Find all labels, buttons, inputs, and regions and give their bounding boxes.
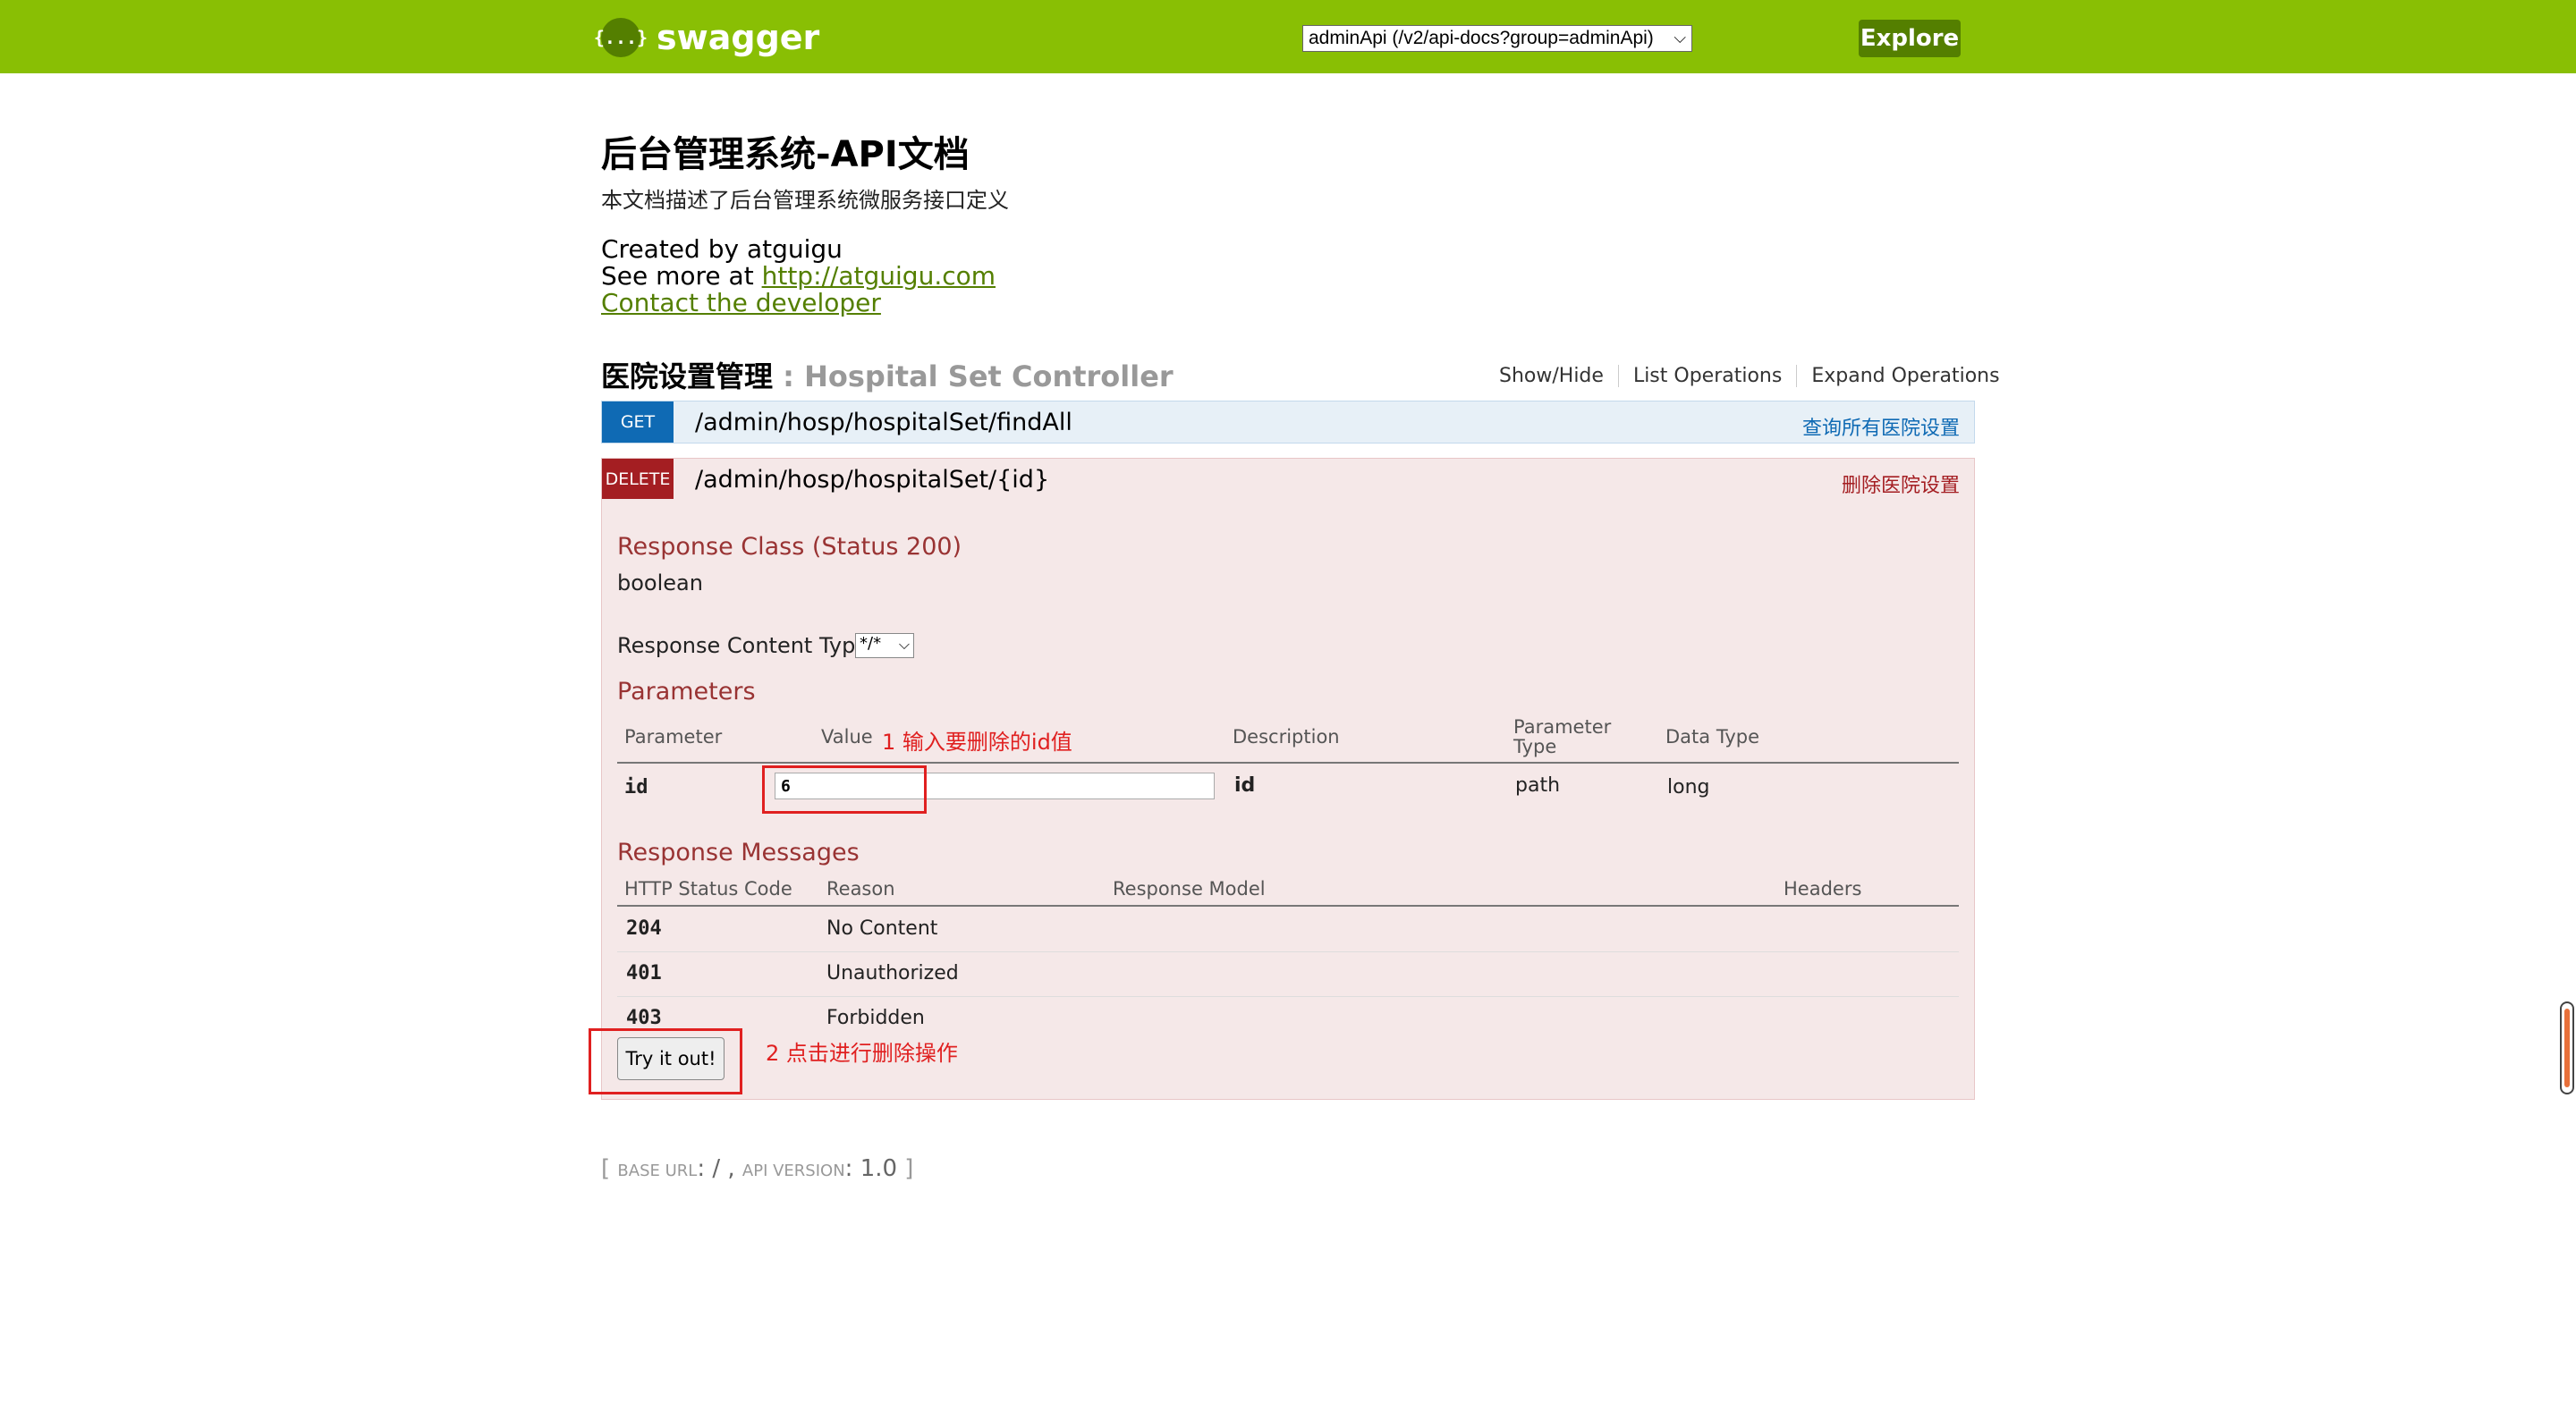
operation-path[interactable]: /admin/hosp/hospitalSet/findAll — [695, 409, 1072, 436]
page-title: 后台管理系统-API文档 — [601, 134, 970, 175]
contact-developer-link[interactable]: Contact the developer — [601, 288, 881, 317]
api-footer: [ base url: / , api version: 1.0 ] — [601, 1155, 914, 1182]
table-divider — [617, 905, 1959, 907]
table-row-code: 401 — [626, 962, 662, 984]
expand-operations-link[interactable]: Expand Operations — [1796, 365, 2013, 387]
see-more: See more at http://atguigu.com — [601, 261, 996, 291]
page-description: 本文档描述了后台管理系统微服务接口定义 — [601, 188, 1009, 213]
parameters-title: Parameters — [617, 678, 756, 706]
resource-title[interactable]: 医院设置管理 : Hospital Set Controller — [601, 354, 1174, 395]
resource-name-en: Hospital Set Controller — [804, 359, 1174, 393]
param-name: id — [624, 776, 648, 798]
annotation-text-2: 2 点击进行删除操作 — [766, 1041, 958, 1066]
annotation-text-1: 1 输入要删除的id值 — [882, 730, 1072, 755]
resp-header-model: Response Model — [1113, 878, 1266, 900]
list-operations-link[interactable]: List Operations — [1617, 365, 1796, 387]
operation-get-findall[interactable]: GET /admin/hosp/hospitalSet/findAll 查询所有… — [601, 401, 1975, 444]
chevron-down-icon: ⌵ — [898, 636, 910, 653]
table-row-reason: No Content — [826, 917, 938, 940]
annotation-box-button — [589, 1028, 742, 1094]
param-data-type: long — [1667, 776, 1710, 798]
show-hide-link[interactable]: Show/Hide — [1485, 365, 1618, 387]
swagger-icon: {...} — [594, 18, 648, 57]
resp-header-headers: Headers — [1784, 878, 1862, 900]
swagger-logo[interactable]: {...} swagger — [594, 18, 820, 57]
http-method-badge[interactable]: DELETE — [602, 459, 674, 500]
website-link[interactable]: http://atguigu.com — [762, 261, 996, 291]
top-bar: {...} swagger adminApi (/v2/api-docs?gro… — [0, 0, 2576, 73]
http-method-badge[interactable]: GET — [602, 401, 674, 443]
table-row-reason: Unauthorized — [826, 962, 959, 984]
table-row-code: 403 — [626, 1007, 662, 1029]
scrollbar-thumb[interactable] — [2564, 1009, 2570, 1087]
page-scrollbar[interactable] — [2560, 1001, 2574, 1094]
resp-header-code: HTTP Status Code — [624, 878, 792, 900]
created-by: Created by atguigu — [601, 234, 843, 264]
chevron-down-icon: ⌵ — [1674, 29, 1686, 46]
annotation-box-input — [762, 765, 927, 814]
table-row-reason: Forbidden — [826, 1007, 925, 1029]
brand-name: swagger — [657, 18, 820, 57]
table-divider — [617, 762, 1959, 764]
api-definition-select[interactable]: adminApi (/v2/api-docs?group=adminApi) ⌵ — [1302, 25, 1692, 52]
operation-path[interactable]: /admin/hosp/hospitalSet/{id} — [695, 466, 1049, 494]
resource-links: Show/Hide List Operations Expand Operati… — [1485, 365, 2014, 387]
resource-separator: : — [773, 359, 805, 393]
param-type: path — [1515, 774, 1561, 797]
api-version-value: : 1.0 — [844, 1155, 898, 1182]
response-messages-title: Response Messages — [617, 839, 860, 866]
resp-header-reason: Reason — [826, 878, 895, 900]
operation-delete-by-id[interactable]: DELETE /admin/hosp/hospitalSet/{id} 删除医院… — [601, 458, 1975, 501]
param-header-data-type: Data Type — [1665, 726, 1760, 748]
response-content-type-label: Response Content Type — [617, 633, 869, 658]
resource-name-cn: 医院设置管理 — [601, 359, 774, 393]
api-version-label: api version — [741, 1162, 845, 1180]
param-header-type: Parameter Type — [1513, 716, 1612, 757]
row-divider — [617, 996, 1959, 997]
content-type-value: */* — [860, 634, 882, 653]
row-divider — [617, 951, 1959, 952]
param-description: id — [1234, 774, 1256, 797]
created-info: Created by atguigu See more at http://at… — [601, 236, 996, 290]
response-content-type-select[interactable]: */* ⌵ — [855, 633, 914, 658]
explore-button[interactable]: Explore — [1859, 20, 1961, 57]
param-header-value: Value — [821, 726, 873, 748]
api-select-value: adminApi (/v2/api-docs?group=adminApi) — [1309, 28, 1654, 48]
param-header-parameter: Parameter — [624, 726, 723, 748]
operation-summary[interactable]: 查询所有医院设置 — [1802, 412, 1960, 441]
response-class-type: boolean — [617, 570, 703, 596]
table-row-code: 204 — [626, 917, 662, 940]
param-header-description: Description — [1233, 726, 1340, 748]
base-url-label: base url — [617, 1162, 698, 1180]
base-url-value: : / , — [697, 1155, 742, 1182]
operation-summary[interactable]: 删除医院设置 — [1842, 469, 1960, 498]
response-class-title: Response Class (Status 200) — [617, 533, 962, 561]
